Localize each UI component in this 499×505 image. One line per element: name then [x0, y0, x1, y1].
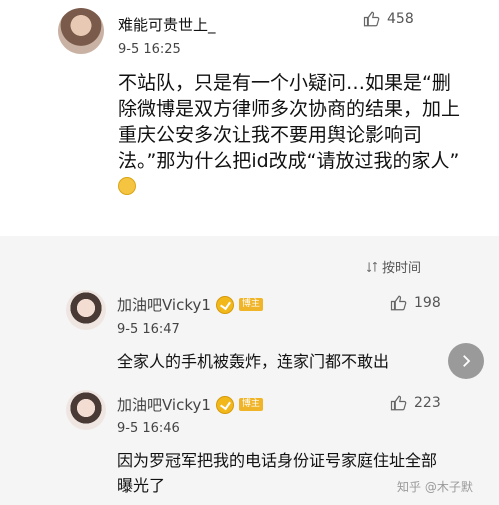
- thumbs-up-icon: [390, 295, 407, 311]
- emoji-icon: [118, 177, 136, 195]
- reply-username: 加油吧Vicky1: [117, 396, 211, 414]
- reply-avatar[interactable]: [66, 390, 106, 430]
- thumbs-up-icon: [363, 11, 380, 27]
- next-button[interactable]: [448, 343, 484, 379]
- comment-time: 9-5 16:25: [118, 42, 181, 57]
- main-comment-card: 难能可贵世上_ 9-5 16:25 458 不站队，只是有一个小疑问…如果是“删…: [0, 0, 499, 236]
- sort-by-time-button[interactable]: 按时间: [365, 257, 421, 276]
- verified-icon: [215, 295, 234, 314]
- reply-author[interactable]: 加油吧Vicky1 博主: [117, 394, 263, 415]
- like-button[interactable]: 223: [390, 394, 441, 412]
- like-count: 458: [387, 11, 414, 27]
- comment-username[interactable]: 难能可贵世上_: [118, 14, 216, 35]
- author-badge: 博主: [238, 298, 263, 311]
- like-count: 198: [414, 295, 441, 311]
- thumbs-up-icon: [390, 395, 407, 411]
- author-badge: 博主: [238, 398, 263, 411]
- verified-icon: [215, 395, 234, 414]
- like-button[interactable]: 458: [363, 10, 414, 28]
- avatar[interactable]: [58, 8, 104, 54]
- reply-time: 9-5 16:47: [117, 322, 180, 337]
- watermark: 知乎 @木子默: [397, 480, 473, 494]
- reply-avatar[interactable]: [66, 290, 106, 330]
- sort-label: 按时间: [382, 261, 422, 276]
- reply-time: 9-5 16:46: [117, 421, 180, 436]
- comment-text: 不站队，只是有一个小疑问…如果是“删除微博是双方律师多次协商的结果，加上重庆公安…: [118, 70, 468, 200]
- sort-icon: [367, 261, 377, 272]
- reply-text: 全家人的手机被轰炸，连家门都不敢出: [117, 352, 390, 371]
- reply-author[interactable]: 加油吧Vicky1 博主: [117, 294, 263, 315]
- reply-username: 加油吧Vicky1: [117, 296, 211, 314]
- chevron-right-icon: [463, 355, 471, 367]
- like-count: 223: [414, 395, 441, 411]
- like-button[interactable]: 198: [390, 294, 441, 312]
